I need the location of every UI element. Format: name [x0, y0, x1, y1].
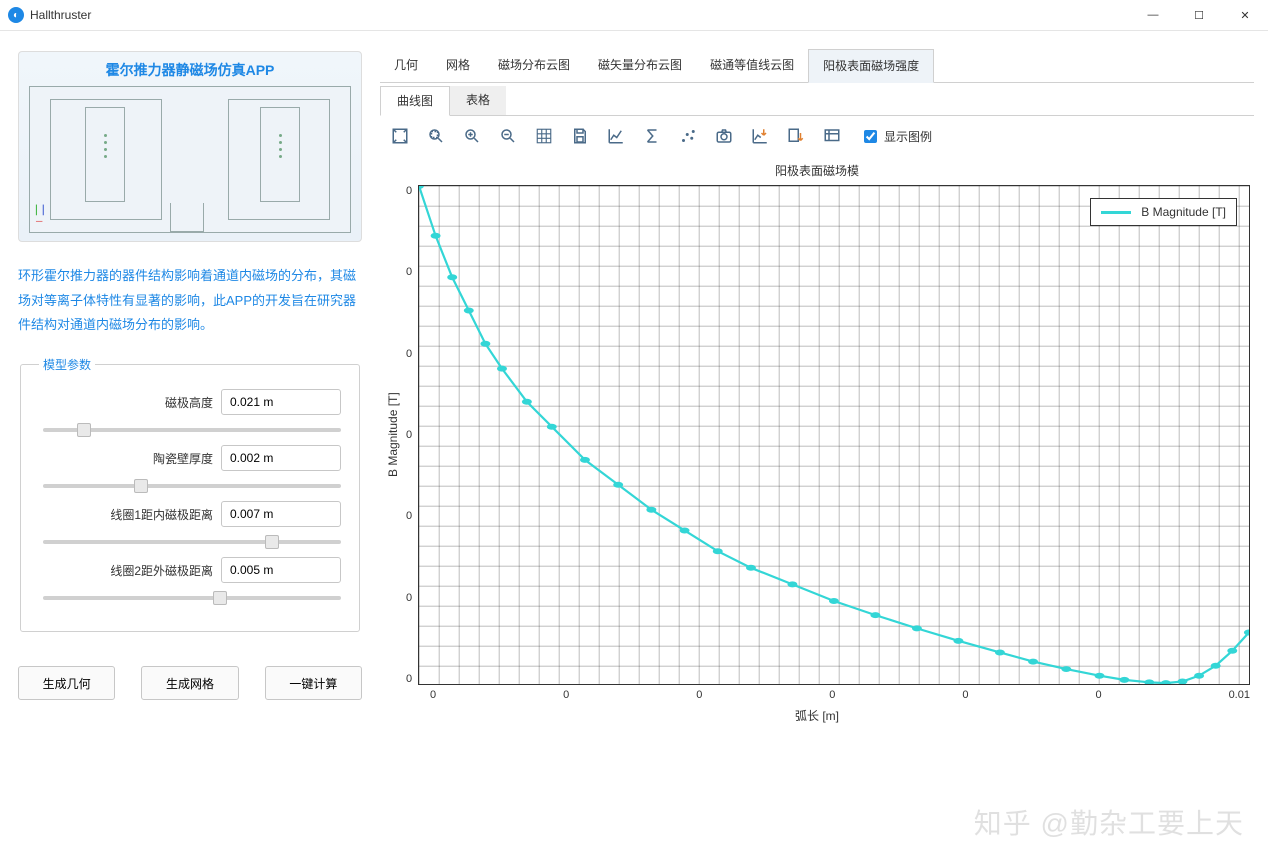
- zoom-in-icon[interactable]: [458, 122, 486, 150]
- param-input-pole-height[interactable]: [221, 389, 341, 415]
- tab-0[interactable]: 几何: [380, 49, 432, 82]
- legend-swatch: [1101, 211, 1131, 214]
- geometry-preview: 霍尔推力器静磁场仿真APP ▏▏─: [18, 51, 362, 242]
- x-axis-label: 弧长 [m]: [384, 707, 1250, 724]
- param-label-2: 线圈1距内磁极距离: [110, 506, 213, 523]
- param-input-ceramic-thickness[interactable]: [221, 445, 341, 471]
- left-panel: 霍尔推力器静磁场仿真APP ▏▏─ 环形霍尔推力器的器件结构影响着通道内磁场的分…: [0, 31, 380, 851]
- subtab-0[interactable]: 曲线图: [380, 86, 450, 116]
- plot-canvas[interactable]: B Magnitude [T]: [418, 185, 1250, 685]
- x-tick: 0: [1095, 689, 1101, 701]
- camera-icon[interactable]: [710, 122, 738, 150]
- export-data-icon[interactable]: [782, 122, 810, 150]
- sub-tabs: 曲线图表格: [380, 86, 1254, 116]
- zoom-window-icon[interactable]: [422, 122, 450, 150]
- y-tick: 0: [406, 510, 412, 522]
- y-tick: 0: [406, 429, 412, 441]
- x-tick: 0.01: [1229, 689, 1250, 701]
- y-axis-label: B Magnitude [T]: [384, 185, 402, 685]
- y-tick: 0: [406, 185, 412, 197]
- window-maximize[interactable]: ☐: [1176, 0, 1222, 30]
- window-minimize[interactable]: —: [1130, 0, 1176, 30]
- y-tick: 0: [406, 592, 412, 604]
- tab-2[interactable]: 磁场分布云图: [484, 49, 584, 82]
- settings-plot-icon[interactable]: [818, 122, 846, 150]
- axis-triad-icon: ▏▏─: [36, 205, 50, 226]
- x-tick: 0: [563, 689, 569, 701]
- y-axis-ticks: 0 0 0 0 0 0 0: [402, 185, 418, 685]
- geometry-diagram: ▏▏─: [29, 86, 351, 233]
- titlebar: ◐ Hallthruster — ☐ ✕: [0, 0, 1268, 31]
- x-tick: 0: [430, 689, 436, 701]
- line-plot-icon[interactable]: [602, 122, 630, 150]
- tab-4[interactable]: 磁通等值线云图: [696, 49, 808, 82]
- watermark: 知乎 @勤杂工要上天: [962, 802, 1244, 842]
- show-legend-checkbox[interactable]: [864, 130, 877, 143]
- show-legend-label: 显示图例: [884, 128, 932, 145]
- generate-geometry-button[interactable]: 生成几何: [18, 666, 115, 700]
- preview-title: 霍尔推力器静磁场仿真APP: [29, 60, 351, 80]
- param-label-3: 线圈2距外磁极距离: [110, 562, 213, 579]
- generate-mesh-button[interactable]: 生成网格: [141, 666, 238, 700]
- x-tick: 0: [829, 689, 835, 701]
- param-label-0: 磁极高度: [165, 394, 213, 411]
- subtab-1[interactable]: 表格: [450, 86, 506, 115]
- export-plot-icon[interactable]: [746, 122, 774, 150]
- zoom-extents-icon[interactable]: [386, 122, 414, 150]
- sigma-icon[interactable]: [638, 122, 666, 150]
- tab-3[interactable]: 磁矢量分布云图: [584, 49, 696, 82]
- right-panel: 几何网格磁场分布云图磁矢量分布云图磁通等值线云图阳极表面磁场强度 曲线图表格 显…: [380, 31, 1268, 851]
- grid-icon[interactable]: [530, 122, 558, 150]
- zoom-out-icon[interactable]: [494, 122, 522, 150]
- legend-entry: B Magnitude [T]: [1141, 205, 1226, 219]
- tab-5[interactable]: 阳极表面磁场强度: [808, 49, 934, 83]
- params-legend: 模型参数: [39, 356, 95, 373]
- description-text: 环形霍尔推力器的器件结构影响着通道内磁场的分布，其磁场对等离子体特性有显著的影响…: [18, 264, 362, 338]
- x-axis-ticks: 0 0 0 0 0 0 0.01: [430, 685, 1250, 705]
- window-title: Hallthruster: [30, 8, 91, 22]
- x-tick: 0: [962, 689, 968, 701]
- y-tick: 0: [406, 348, 412, 360]
- tab-1[interactable]: 网格: [432, 49, 484, 82]
- param-slider-coil1-distance[interactable]: [43, 540, 341, 544]
- chart-area: 阳极表面磁场模 B Magnitude [T] 0 0 0 0 0 0 0 B Magnit…: [384, 158, 1250, 718]
- window-close[interactable]: ✕: [1222, 0, 1268, 30]
- param-input-coil2-distance[interactable]: [221, 557, 341, 583]
- param-slider-coil2-distance[interactable]: [43, 596, 341, 600]
- scatter-icon[interactable]: [674, 122, 702, 150]
- main-tabs: 几何网格磁场分布云图磁矢量分布云图磁通等值线云图阳极表面磁场强度: [380, 49, 1254, 83]
- y-tick: 0: [406, 266, 412, 278]
- save-icon[interactable]: [566, 122, 594, 150]
- chart-title: 阳极表面磁场模: [384, 158, 1250, 185]
- x-tick: 0: [696, 689, 702, 701]
- compute-button[interactable]: 一键计算: [265, 666, 362, 700]
- chart-legend: B Magnitude [T]: [1090, 198, 1237, 226]
- app-icon: ◐: [8, 7, 24, 23]
- param-slider-ceramic-thickness[interactable]: [43, 484, 341, 488]
- chart-toolbar: 显示图例: [380, 116, 1254, 152]
- param-slider-pole-height[interactable]: [43, 428, 341, 432]
- param-input-coil1-distance[interactable]: [221, 501, 341, 527]
- model-parameters: 模型参数 磁极高度 陶瓷壁厚度 线圈1距内磁极距离 线圈2距外磁极距离: [20, 356, 360, 632]
- y-tick: 0: [406, 673, 412, 685]
- param-label-1: 陶瓷壁厚度: [153, 450, 213, 467]
